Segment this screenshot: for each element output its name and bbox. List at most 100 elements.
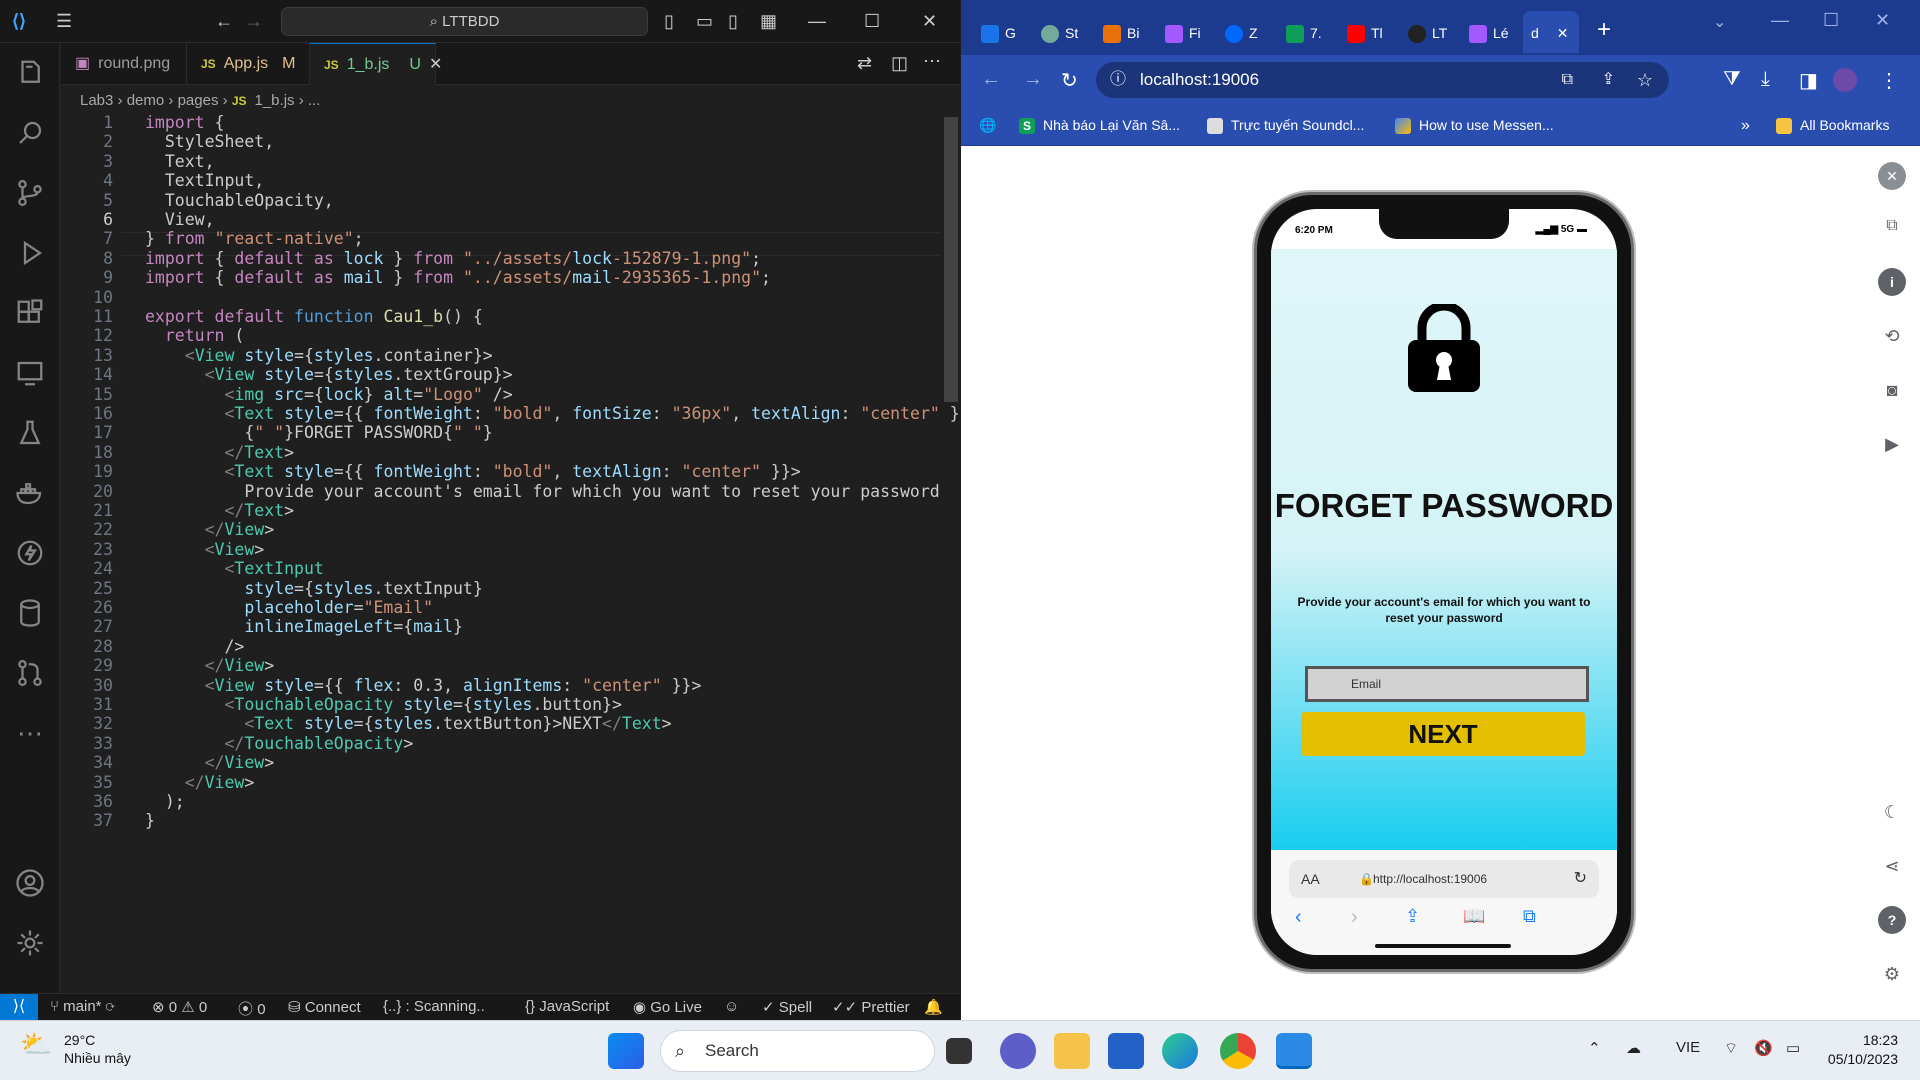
problems-indicator[interactable]: ⊗ 0 ⚠ 0	[152, 998, 207, 1016]
explorer-icon[interactable]	[12, 55, 48, 91]
microsoft-store-icon[interactable]	[1108, 1033, 1144, 1069]
bookmark-item[interactable]: Trực tuyến Soundcl...	[1207, 117, 1364, 135]
address-bar[interactable]: ⓘ localhost:19006 ⧉ ⇪ ☆	[1096, 62, 1669, 98]
extensions-puzzle-icon[interactable]: ⧩	[1723, 68, 1741, 91]
vscode-taskbar-icon[interactable]	[1276, 1033, 1312, 1069]
branch-indicator[interactable]: ⑂ main* ⟳	[50, 998, 115, 1015]
rotate-icon[interactable]: ⟲	[1878, 322, 1906, 350]
start-windows-icon[interactable]	[608, 1033, 644, 1069]
accounts-icon[interactable]	[12, 865, 48, 901]
input-language[interactable]: VIE	[1676, 1039, 1700, 1056]
share-icon[interactable]: ⇪	[1602, 62, 1615, 98]
tab-round-png[interactable]: ▣ round.png	[61, 43, 187, 85]
safari-share-icon[interactable]: ⇪	[1405, 906, 1420, 927]
close-icon[interactable]: ✕	[922, 11, 937, 31]
safari-back-icon[interactable]: ‹	[1295, 906, 1302, 929]
breadcrumb-item[interactable]: pages	[178, 92, 219, 109]
menu-icon[interactable]: ☰	[56, 11, 72, 31]
settings-gear-icon[interactable]	[12, 925, 48, 961]
connect-button[interactable]: ⛁ Connect	[288, 998, 361, 1016]
minimize-icon[interactable]: —	[808, 11, 826, 31]
help-icon[interactable]: ?	[1878, 906, 1906, 934]
go-live-button[interactable]: ◉ Go Live	[633, 998, 702, 1016]
bookmark-item[interactable]: How to use Messen...	[1395, 117, 1554, 135]
taskbar-search[interactable]: ⌕ Search	[660, 1030, 935, 1072]
tab-search-chevron-icon[interactable]: ⌄	[1713, 12, 1726, 32]
dark-mode-moon-icon[interactable]: ☾	[1878, 798, 1906, 826]
close-tab-icon[interactable]: ✕	[429, 56, 442, 73]
chrome-tab[interactable]: Lé	[1469, 18, 1509, 48]
chrome-icon[interactable]	[1220, 1033, 1256, 1069]
docker-icon[interactable]	[12, 475, 48, 511]
reader-aa-button[interactable]: AA	[1301, 860, 1320, 898]
more-bookmarks-chevron-icon[interactable]: »	[1741, 117, 1750, 135]
notifications-bell-icon[interactable]: 🔔	[924, 998, 943, 1016]
command-center[interactable]: ⌕ LTTBDD	[281, 7, 648, 36]
chrome-tab[interactable]: LT	[1408, 18, 1447, 48]
chrome-tab[interactable]: G	[981, 18, 1016, 48]
ports-indicator[interactable]: ⦿ 0	[238, 998, 266, 1019]
minimize-icon[interactable]: —	[1771, 10, 1789, 31]
translate-icon[interactable]: ⧉	[1562, 62, 1573, 98]
toggle-secondary-sidebar-icon[interactable]: ▯	[728, 11, 738, 31]
camera-icon[interactable]: ◙	[1878, 376, 1906, 404]
chrome-tab[interactable]: Fi	[1165, 18, 1201, 48]
tray-chevron-icon[interactable]: ⌃	[1588, 1039, 1601, 1057]
toggle-sidebar-icon[interactable]: ▯	[664, 11, 674, 31]
editor-scrollbar[interactable]	[944, 117, 958, 402]
maximize-icon[interactable]: ☐	[864, 11, 880, 31]
breadcrumb-item[interactable]: Lab3	[80, 92, 113, 109]
close-window-icon[interactable]: ✕	[1875, 10, 1890, 31]
tab-app-js[interactable]: JS App.js M	[187, 43, 310, 85]
remote-explorer-icon[interactable]	[12, 355, 48, 391]
share-icon[interactable]: ⋖	[1878, 852, 1906, 880]
safari-reload-icon[interactable]: ↻	[1574, 860, 1587, 898]
info-icon[interactable]: i	[1878, 268, 1906, 296]
lightning-icon[interactable]	[12, 535, 48, 571]
safari-tabs-icon[interactable]: ⧉	[1523, 906, 1536, 927]
file-explorer-icon[interactable]	[1054, 1033, 1090, 1069]
wifi-icon[interactable]: ⌔	[1724, 1039, 1738, 1058]
compare-changes-icon[interactable]: ⇄	[857, 53, 872, 74]
breadcrumb-item[interactable]: 1_b.js	[255, 92, 295, 109]
close-circle-icon[interactable]: ✕	[1878, 162, 1906, 190]
chrome-tab-active[interactable]: d ✕	[1531, 18, 1569, 48]
spell-button[interactable]: ✓ Spell	[762, 998, 812, 1016]
chrome-menu-icon[interactable]: ⋮	[1879, 68, 1899, 93]
settings-gear-icon[interactable]: ⚙	[1878, 960, 1906, 988]
back-arrow-icon[interactable]: ←	[215, 11, 233, 31]
prettier-button[interactable]: ✓✓ Prettier	[832, 998, 910, 1016]
close-tab-icon[interactable]: ✕	[1557, 25, 1569, 41]
safari-bookmarks-icon[interactable]: 📖	[1463, 906, 1485, 927]
battery-icon[interactable]: ▭	[1786, 1039, 1800, 1057]
chrome-tab[interactable]: 7.	[1286, 18, 1322, 48]
download-icon[interactable]: ⤓	[1761, 68, 1770, 91]
source-control-icon[interactable]	[12, 175, 48, 211]
remote-indicator-icon[interactable]: ⟩⟨	[0, 994, 38, 1021]
email-input[interactable]: Email	[1305, 666, 1589, 702]
more-icon[interactable]: ⋯	[12, 715, 48, 751]
task-view-icon[interactable]	[946, 1038, 972, 1064]
run-debug-icon[interactable]	[12, 235, 48, 271]
maximize-icon[interactable]: ☐	[1823, 10, 1839, 31]
back-arrow-icon[interactable]: ←	[981, 68, 1001, 91]
chrome-tab[interactable]: St	[1041, 18, 1078, 48]
copilot-icon[interactable]: ☺	[724, 998, 739, 1015]
chrome-tab[interactable]: Bi	[1103, 18, 1139, 48]
scanning-status[interactable]: {..} : Scanning..	[383, 998, 485, 1015]
customize-layout-icon[interactable]: ▦	[760, 11, 777, 31]
more-actions-icon[interactable]: ⋯	[923, 51, 941, 72]
chrome-tab[interactable]: Tl	[1347, 18, 1383, 48]
apps-globe-icon[interactable]: 🌐	[979, 117, 996, 134]
site-info-icon[interactable]: ⓘ	[1110, 62, 1126, 98]
breadcrumb-item[interactable]: demo	[127, 92, 165, 109]
system-clock[interactable]: 18:23 05/10/2023	[1828, 1031, 1898, 1069]
forward-arrow-icon[interactable]: →	[1023, 68, 1043, 91]
all-bookmarks[interactable]: All Bookmarks	[1776, 117, 1889, 135]
new-device-icon[interactable]: ⧉	[1878, 212, 1906, 240]
database-icon[interactable]	[12, 595, 48, 631]
new-tab-plus-icon[interactable]: +	[1597, 16, 1611, 44]
teams-chat-icon[interactable]	[1000, 1033, 1036, 1069]
breadcrumb-item[interactable]: ...	[308, 92, 321, 109]
reload-icon[interactable]: ↻	[1061, 68, 1078, 93]
